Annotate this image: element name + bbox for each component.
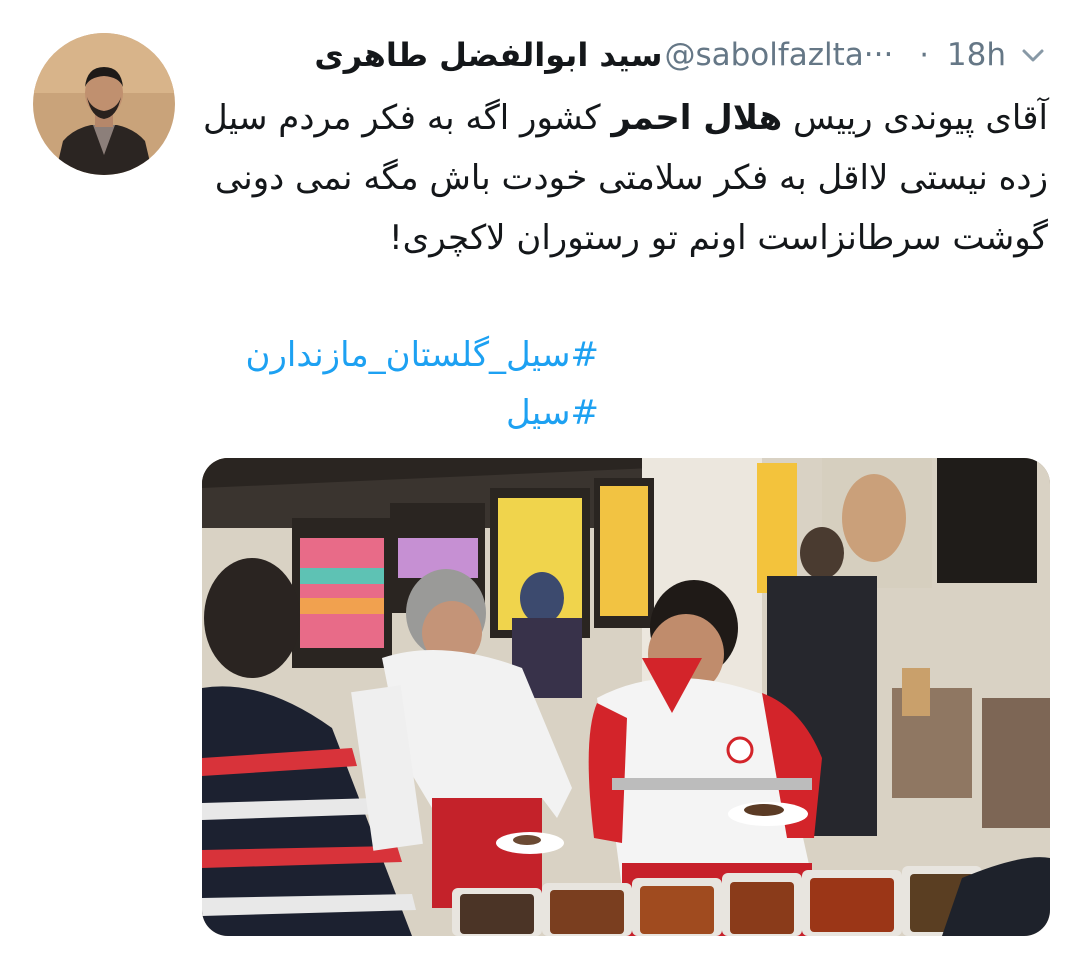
hashtag-list: #سیل_گلستان_مازندارن #سیل (246, 326, 599, 442)
tweet-media-photo[interactable] (202, 458, 1050, 936)
tweet-text: آقای پیوندی رییس هلال احمر کشور اگه به ف… (198, 88, 1048, 268)
hashtag-link[interactable]: #سیل (246, 384, 599, 442)
hashtag-link[interactable]: #سیل_گلستان_مازندارن (246, 326, 599, 384)
profile-avatar-image (33, 33, 175, 175)
tweet-time[interactable]: 18h (947, 37, 1006, 73)
chevron-down-icon[interactable] (1016, 38, 1050, 72)
tweet-card[interactable]: 18h · @sabolfazlta··· سید ابوالفضل طاهری… (0, 0, 1080, 957)
tweet-text-bold: هلال احمر (611, 98, 783, 138)
author-name[interactable]: سید ابوالفضل طاهری (314, 36, 662, 74)
photo-illustration (202, 458, 1050, 936)
separator-dot: · (919, 37, 929, 73)
tweet-header: 18h · @sabolfazlta··· سید ابوالفضل طاهری (202, 30, 1050, 80)
avatar[interactable] (33, 33, 175, 175)
author-handle[interactable]: @sabolfazlta··· (664, 37, 893, 73)
tweet-text-part-1: آقای پیوندی رییس (782, 98, 1048, 138)
